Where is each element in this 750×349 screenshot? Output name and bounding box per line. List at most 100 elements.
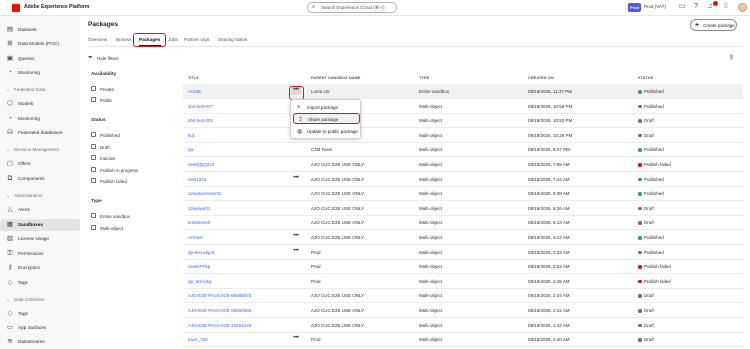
package-title-link[interactable]: ACME <box>188 89 201 94</box>
table-row[interactable]: new1234 ••• AJO CUC E2E USE ONLY Multi-obje… <box>183 172 743 187</box>
create-package-button[interactable]: + Create package <box>690 19 737 31</box>
table-row[interactable]: dp-test-pkg-5 ••• Prod Multi-object 08/18/20… <box>183 245 743 260</box>
sidebar-item-data-models[interactable]: ⊞ Data Models (POC) <box>0 38 80 50</box>
checkbox[interactable] <box>91 132 96 137</box>
package-title-link[interactable]: 12wwwssssss31 <box>188 191 221 196</box>
adobe-logo-icon[interactable] <box>12 4 20 12</box>
search-input[interactable]: ⌕ Search Experience Cloud (⌘+/) <box>307 2 397 13</box>
package-title-link[interactable]: newQQQ224 <box>188 162 214 167</box>
sidebar-item-app-surfaces[interactable]: ▭ App Surfaces <box>0 322 80 334</box>
package-title-link[interactable]: AJO-E2E-PACKAGE-23454249 <box>188 323 251 328</box>
tab-partner-orgs[interactable]: Partner orgs <box>184 37 209 42</box>
tab-sharing-status[interactable]: Sharing status <box>218 37 247 42</box>
sidebar-item-license-usage[interactable]: ▥ License Usage <box>0 233 80 245</box>
filter-publish-failed-checkbox[interactable]: Publish failed <box>91 177 161 185</box>
package-title-link[interactable]: kcjl <box>188 133 195 138</box>
table-row[interactable]: dp_test-pkg Prod Multi-object 08/18/2025, 2… <box>183 274 743 289</box>
menu-item-import-package[interactable]: + Import package <box>293 102 360 113</box>
sidebar-item-components[interactable]: ⧉ Components <box>0 173 80 185</box>
table-row[interactable]: sb4-test-002ProdMulti-object08/18/2025, … <box>183 113 743 129</box>
table-row[interactable]: 12wwwssssss31 AJO CUC E2E USE ONLY Multi-o… <box>183 186 743 202</box>
filter-private-checkbox[interactable]: Private <box>91 85 161 93</box>
sidebar-item-sandboxes[interactable]: ▦ Sandboxes <box>0 219 80 231</box>
more-actions-icon[interactable]: ••• <box>291 233 301 241</box>
chat-icon[interactable]: ▭ <box>678 3 686 11</box>
sidebar-item-permissions[interactable]: ⚿ Permissions <box>0 248 80 260</box>
filter-multi-object-checkbox[interactable]: Multi-object <box>91 224 161 232</box>
more-actions-icon[interactable]: ••• <box>291 175 301 183</box>
tab-overview[interactable]: Overview <box>88 37 107 42</box>
section-administration[interactable]: ⌄ Administration <box>6 193 43 199</box>
sidebar-item-datastreams[interactable]: ≋ Datastreams <box>0 336 80 348</box>
package-title-link[interactable]: new1234 <box>188 177 206 182</box>
package-title-link[interactable]: qa <box>188 147 193 152</box>
checkbox[interactable] <box>91 155 96 160</box>
avatar[interactable] <box>738 3 747 12</box>
sidebar-item-federated-monitoring[interactable]: ◔ Monitoring <box>0 113 80 125</box>
package-title-link[interactable]: sb4-test-002 <box>188 118 213 123</box>
table-row[interactable]: newDPPkg Prod Multi-object 08/18/2025, 3:02… <box>183 259 743 275</box>
package-title-link[interactable]: sb4-test-027 <box>188 104 213 109</box>
column-settings-icon[interactable]: ⫼ <box>730 55 733 62</box>
checkbox[interactable] <box>91 86 96 91</box>
table-row[interactable]: qa CJM Team Multi-object 08/18/2025, 9:37 P… <box>183 142 743 158</box>
more-actions-icon[interactable]: ••• <box>291 335 301 343</box>
table-row[interactable]: kcjlProdMulti-object08/18/2025, 10:26 PM… <box>183 128 743 143</box>
tab-jobs[interactable]: Jobs <box>168 37 178 42</box>
checkbox[interactable] <box>91 213 96 218</box>
table-row[interactable]: Arrrtest ••• AJO CUC E2E USE ONLY Multi-obj… <box>183 230 743 245</box>
tab-browse[interactable]: Browse <box>116 37 131 42</box>
package-title-link[interactable]: testamresh <box>188 220 210 225</box>
table-row[interactable]: newQQQ224 AJO CUC E2E USE ONLY Multi-objec… <box>183 157 743 172</box>
package-title-link[interactable]: dp_test-pkg <box>188 279 212 284</box>
column-header-title[interactable]: TITLE <box>188 76 199 80</box>
package-title-link[interactable]: AJO-E2E-PACKAGE-59596556 <box>188 308 251 313</box>
sandbox-switcher[interactable]: Prod (VA7) <box>644 4 666 9</box>
sidebar-item-federated-databases[interactable]: ⛁ Federated databases <box>0 127 80 139</box>
checkbox[interactable] <box>91 178 96 183</box>
table-row[interactable]: AJO-E2E-PACKAGE-59596556 AJO CUC E2E USE … <box>183 303 743 318</box>
table-row[interactable]: ACME ••• Luma US Entire sandbox 08/18/2025, … <box>183 84 743 99</box>
package-title-link[interactable]: dp-test-pkg-5 <box>188 250 215 255</box>
package-title-link[interactable]: pack_780 <box>188 337 208 342</box>
sidebar-item-encryption[interactable]: ⚷ Encryption <box>0 262 80 274</box>
more-actions-icon[interactable]: ••• <box>291 248 301 256</box>
table-row[interactable]: 12wwwe31 AJO CUC E2E USE ONLY Multi-object… <box>183 201 743 216</box>
filter-published-checkbox[interactable]: Published <box>91 131 161 139</box>
section-decision-management[interactable]: ⌄ Decision Management <box>6 147 59 153</box>
menu-item-update-to-public-package[interactable]: ◍ Update to public package <box>293 126 360 137</box>
table-row[interactable]: AJO-E2E-PACKAGE-89488575 AJO CUC E2E USE … <box>183 288 743 304</box>
sidebar-item-queries[interactable]: ▣ Queries <box>0 53 80 65</box>
column-header-parent-sandbox[interactable]: PARENT SANDBOX NAME <box>311 76 361 80</box>
app-title[interactable]: Adobe Experience Platform <box>24 4 89 10</box>
package-title-link[interactable]: Arrrtest <box>188 235 203 240</box>
filter-publish-in-progress-checkbox[interactable]: Publish in progress <box>91 166 161 174</box>
sidebar-item-models[interactable]: ⬡ Models <box>0 98 80 110</box>
table-row[interactable]: AJO-E2E-PACKAGE-23454249 AJO CUC E2E USE … <box>183 318 743 333</box>
checkbox[interactable] <box>91 97 96 102</box>
checkbox[interactable] <box>91 225 96 230</box>
checkbox[interactable] <box>91 144 96 149</box>
filter-entire-sandbox-checkbox[interactable]: Entire sandbox <box>91 212 161 220</box>
package-title-link[interactable]: AJO-E2E-PACKAGE-89488575 <box>188 293 251 298</box>
column-header-created-on[interactable]: CREATED ON <box>528 76 554 80</box>
table-row[interactable]: pack_780 ••• Prod Multi-object 08/18/2025, 2… <box>183 332 743 348</box>
menu-item-share-package[interactable]: ⇪ Share package <box>293 113 360 124</box>
sidebar-item-monitoring[interactable]: ◔ Monitoring <box>0 67 80 79</box>
hide-filters-button[interactable]: ⏷ Hide filters <box>88 55 128 63</box>
sidebar-item-offers[interactable]: ▢ Offers <box>0 158 80 170</box>
filter-draft-checkbox[interactable]: Draft <box>91 143 161 151</box>
sidebar-item-collection-tags[interactable]: ◇ Tags <box>0 308 80 320</box>
sidebar-item-admin-tags[interactable]: ◇ Tags <box>0 277 80 289</box>
filter-inactive-checkbox[interactable]: Inactive <box>91 154 161 162</box>
table-row[interactable]: testamresh AJO CUC E2E USE ONLY Multi-obje… <box>183 215 743 231</box>
section-federated-data[interactable]: ⌄ Federated Data <box>6 87 45 93</box>
filter-public-checkbox[interactable]: Public <box>91 96 161 104</box>
help-icon[interactable]: ? <box>692 3 700 11</box>
org-badge[interactable]: Prod <box>628 3 641 12</box>
column-header-status[interactable]: STATUS <box>638 76 653 80</box>
section-data-collection[interactable]: ⌄ Data Collection <box>6 297 45 303</box>
table-row[interactable]: sb4-test-027ProdMulti-object08/18/2025, … <box>183 99 743 114</box>
sidebar-item-datasets[interactable]: ▤ Datasets <box>0 24 80 36</box>
package-title-link[interactable]: 12wwwe31 <box>188 206 210 211</box>
